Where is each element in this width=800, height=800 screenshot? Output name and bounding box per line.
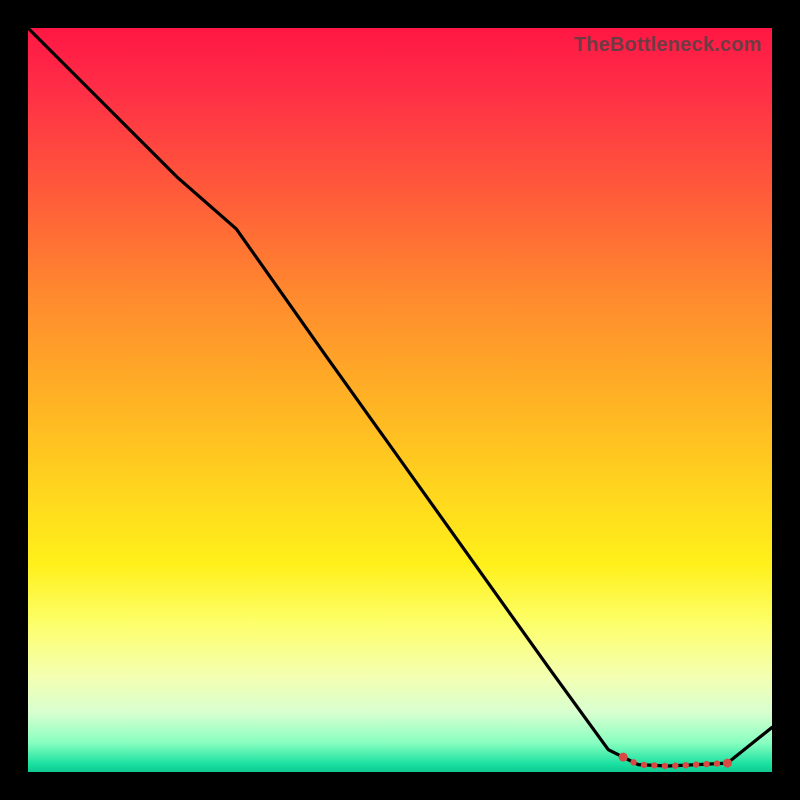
optimal-marker-cap	[619, 753, 628, 762]
optimal-marker-cap	[723, 759, 732, 768]
optimal-marker	[651, 762, 657, 768]
optimal-marker	[693, 761, 699, 767]
optimal-marker	[641, 762, 647, 768]
chart-overlay	[28, 28, 772, 772]
optimal-marker	[703, 761, 709, 767]
optimal-marker	[672, 763, 678, 769]
chart-line	[28, 28, 772, 766]
optimal-band-markers	[619, 753, 732, 770]
chart-plot-area: TheBottleneck.com	[28, 28, 772, 772]
chart-frame: TheBottleneck.com	[0, 0, 800, 800]
optimal-marker	[683, 762, 689, 768]
optimal-marker	[662, 763, 668, 769]
optimal-marker	[714, 760, 720, 766]
optimal-marker	[630, 759, 636, 765]
